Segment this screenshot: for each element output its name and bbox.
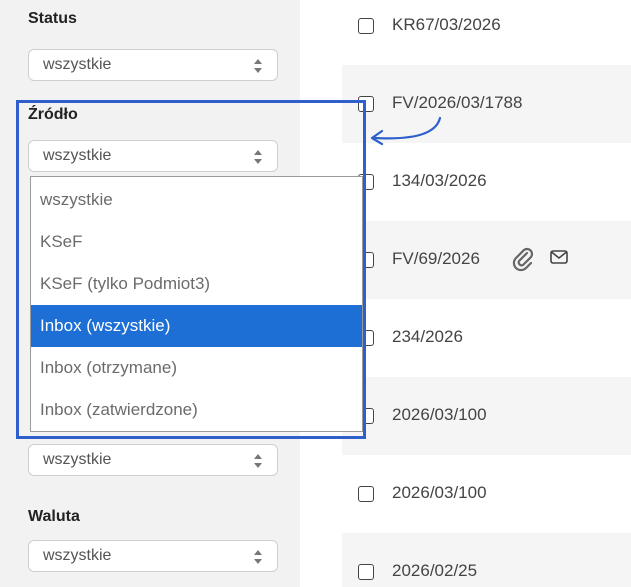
table-row[interactable]: 2026/03/100 xyxy=(342,377,631,455)
document-number: 2026/03/100 xyxy=(392,405,487,424)
document-number: 2026/03/100 xyxy=(392,483,487,502)
document-number: FV/2026/03/1788 xyxy=(392,93,523,112)
row-checkbox[interactable] xyxy=(358,486,374,502)
dropdown-option-inbox-otrzymane[interactable]: Inbox (otrzymane) xyxy=(31,347,362,389)
hidden-filter-select-value: wszystkie xyxy=(43,451,112,468)
select-arrows-icon xyxy=(254,150,262,164)
zrodlo-filter-label: Źródło xyxy=(28,106,78,123)
waluta-select[interactable]: wszystkie xyxy=(28,540,278,572)
hidden-filter-select[interactable]: wszystkie xyxy=(28,444,278,476)
select-arrows-icon xyxy=(254,59,262,73)
waluta-select-value: wszystkie xyxy=(43,547,112,564)
zrodlo-dropdown-list: wszystkie KSeF KSeF (tylko Podmiot3) Inb… xyxy=(30,176,363,432)
dropdown-option-ksef-podmiot3[interactable]: KSeF (tylko Podmiot3) xyxy=(31,263,362,305)
document-number: 2026/02/25 xyxy=(392,561,478,580)
zrodlo-select[interactable]: wszystkie xyxy=(28,140,278,172)
table-row[interactable]: 2026/02/25 xyxy=(342,533,631,587)
select-arrows-icon xyxy=(254,550,262,564)
zrodlo-select-value: wszystkie xyxy=(43,147,112,164)
dropdown-option-inbox-zatwierdzone[interactable]: Inbox (zatwierdzone) xyxy=(31,389,362,431)
status-select-value: wszystkie xyxy=(43,56,112,73)
document-number: 134/03/2026 xyxy=(392,171,487,190)
document-number: FV/69/2026 xyxy=(392,249,480,268)
envelope-icon[interactable] xyxy=(550,250,568,264)
table-row[interactable]: 234/2026 xyxy=(342,299,631,377)
paperclip-icon[interactable] xyxy=(510,246,536,272)
dropdown-option-inbox-wszystkie[interactable]: Inbox (wszystkie) xyxy=(31,305,362,347)
document-number: KR67/03/2026 xyxy=(392,15,501,34)
curved-arrow-icon xyxy=(370,116,442,146)
waluta-filter-label: Waluta xyxy=(28,508,80,525)
dropdown-option-ksef[interactable]: KSeF xyxy=(31,221,362,263)
table-row[interactable]: KR67/03/2026 xyxy=(342,0,631,65)
row-checkbox[interactable] xyxy=(358,564,374,580)
row-checkbox[interactable] xyxy=(358,18,374,34)
status-select[interactable]: wszystkie xyxy=(28,49,278,81)
status-filter-label: Status xyxy=(28,10,77,27)
table-row[interactable]: 134/03/2026 xyxy=(342,143,631,221)
row-checkbox[interactable] xyxy=(358,96,374,112)
table-row[interactable]: 2026/03/100 xyxy=(342,455,631,533)
dropdown-option-wszystkie[interactable]: wszystkie xyxy=(31,179,362,221)
select-arrows-icon xyxy=(254,454,262,468)
document-number: 234/2026 xyxy=(392,327,463,346)
table-row[interactable]: FV/69/2026 xyxy=(342,221,631,299)
